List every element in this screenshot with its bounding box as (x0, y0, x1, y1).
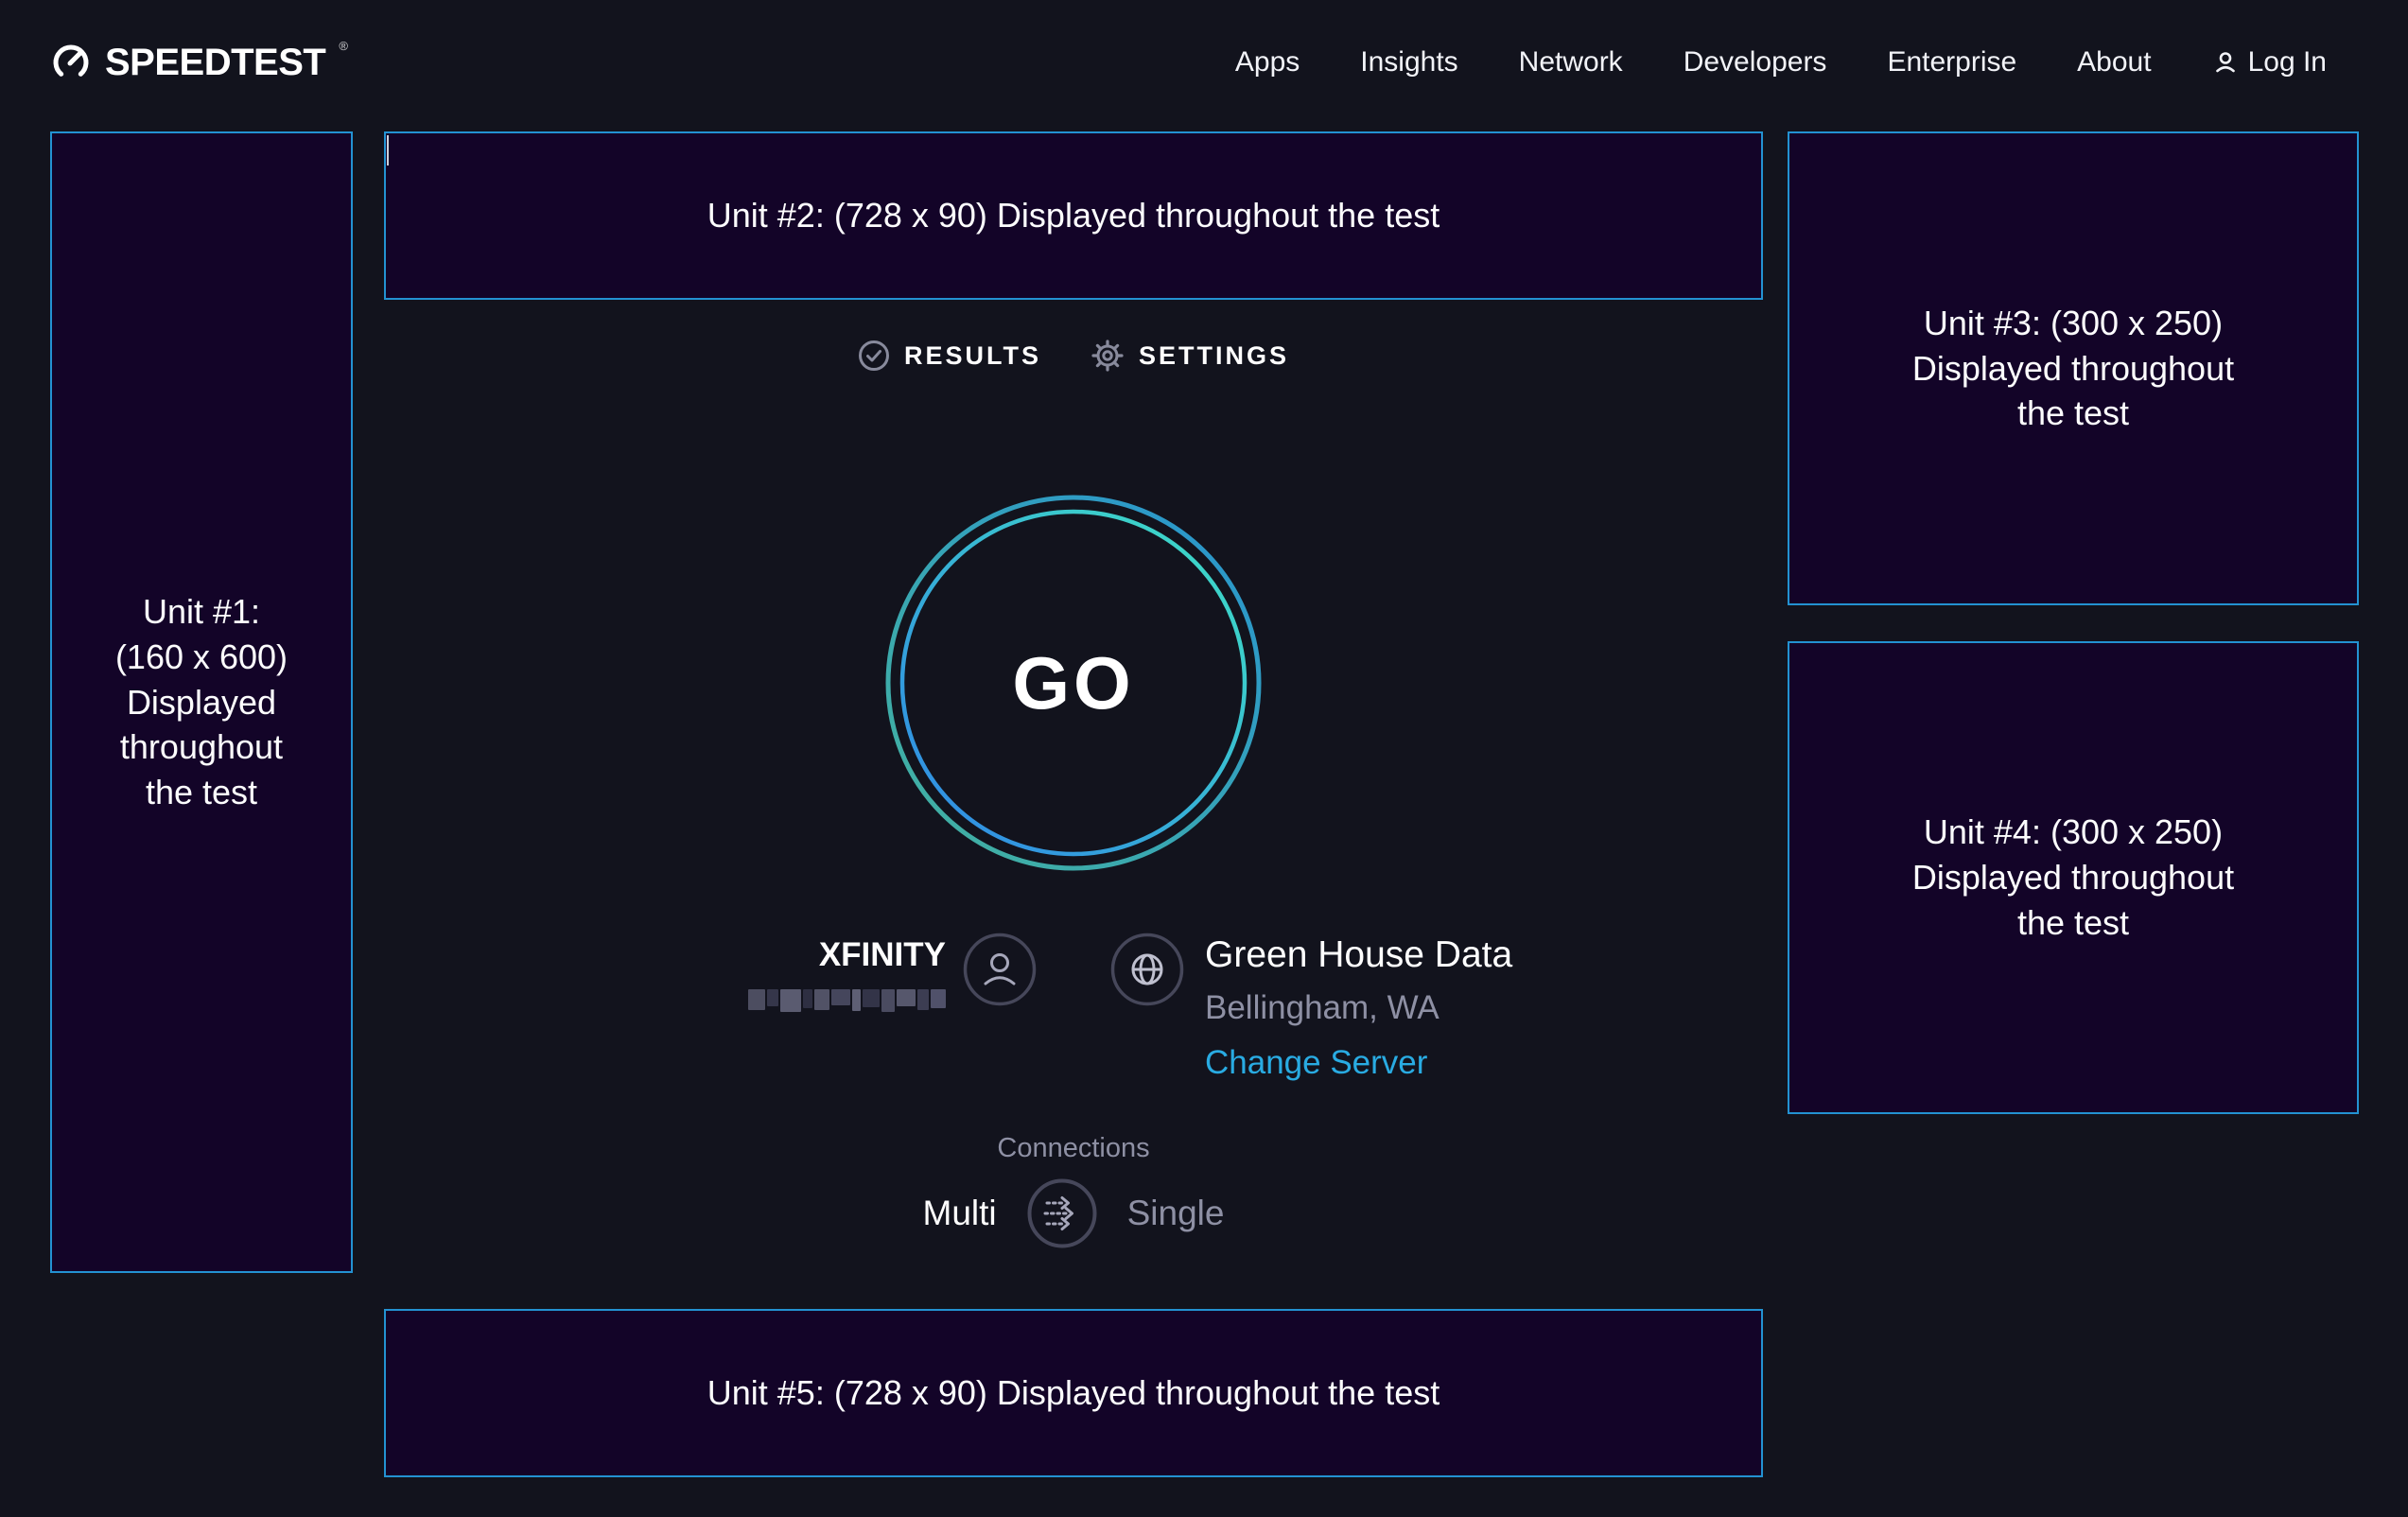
ad-unit-1-skyscraper[interactable]: Unit #1: (160 x 600) Displayed throughou… (50, 131, 353, 1273)
server-block: Green House Data Bellingham, WA Change S… (1110, 933, 1512, 1082)
nav-item-enterprise[interactable]: Enterprise (1887, 46, 2016, 78)
logo-wordmark: SPEEDTEST (105, 42, 325, 83)
check-circle-icon (858, 340, 890, 372)
text-caret-artifact (387, 135, 389, 166)
connections-option-single[interactable]: Single (1127, 1194, 1225, 1233)
tab-results-label: RESULTS (904, 341, 1041, 371)
server-name: Green House Data (1205, 934, 1512, 976)
isp-block: XFINITY (734, 933, 1037, 1014)
tab-settings-label: SETTINGS (1139, 341, 1289, 371)
gear-icon (1091, 339, 1125, 373)
ad-placeholder-text: Unit #1: (160 x 600) Displayed throughou… (115, 589, 288, 815)
ad-unit-4-rectangle[interactable]: Unit #4: (300 x 250) Displayed throughou… (1788, 641, 2359, 1114)
globe-circle-icon (1110, 933, 1184, 1006)
nav-item-insights[interactable]: Insights (1360, 46, 1457, 78)
main-nav: Apps Insights Network Developers Enterpr… (1235, 46, 2327, 78)
speedometer-gauge-icon (50, 42, 92, 83)
connections-option-multi[interactable]: Multi (923, 1194, 997, 1233)
nav-item-developers[interactable]: Developers (1684, 46, 1827, 78)
connections-row: Multi Single (384, 1178, 1763, 1248)
ad-unit-3-rectangle[interactable]: Unit #3: (300 x 250) Displayed throughou… (1788, 131, 2359, 605)
ad-placeholder-text: Unit #5: (728 x 90) Displayed throughout… (707, 1370, 1440, 1416)
host-info-row: XFINITY Green House Data Bell (734, 933, 1512, 1082)
speedtest-logo[interactable]: SPEEDTEST ® (50, 42, 348, 83)
ad-placeholder-text: Unit #2: (728 x 90) Displayed throughout… (707, 193, 1440, 238)
view-tabs: RESULTS SETTINGS (384, 339, 1763, 373)
server-location: Bellingham, WA (1205, 989, 1512, 1027)
tab-settings[interactable]: SETTINGS (1091, 339, 1289, 373)
ad-placeholder-text: Unit #3: (300 x 250) Displayed throughou… (1912, 301, 2234, 437)
ad-unit-5-leaderboard[interactable]: Unit #5: (728 x 90) Displayed throughout… (384, 1309, 1763, 1477)
nav-item-network[interactable]: Network (1519, 46, 1623, 78)
ad-placeholder-text: Unit #4: (300 x 250) Displayed throughou… (1912, 810, 2234, 946)
go-button[interactable]: GO (884, 494, 1263, 872)
connections-label: Connections (384, 1133, 1763, 1164)
login-label: Log In (2248, 46, 2327, 78)
connection-mode-toggle[interactable] (1027, 1178, 1097, 1248)
nav-item-apps[interactable]: Apps (1235, 46, 1300, 78)
isp-name: XFINITY (734, 936, 946, 974)
ad-unit-2-leaderboard[interactable]: Unit #2: (728 x 90) Displayed throughout… (384, 131, 1763, 300)
nav-item-about[interactable]: About (2077, 46, 2151, 78)
tab-results[interactable]: RESULTS (858, 339, 1041, 373)
trademark-symbol: ® (339, 42, 348, 51)
user-circle-icon (963, 933, 1037, 1006)
change-server-link[interactable]: Change Server (1205, 1044, 1427, 1082)
login-button[interactable]: Log In (2212, 46, 2327, 78)
user-icon (2212, 49, 2239, 76)
top-nav-bar: SPEEDTEST ® Apps Insights Network Develo… (0, 0, 2408, 125)
go-button-label: GO (884, 494, 1263, 872)
masked-ip (734, 989, 946, 1014)
